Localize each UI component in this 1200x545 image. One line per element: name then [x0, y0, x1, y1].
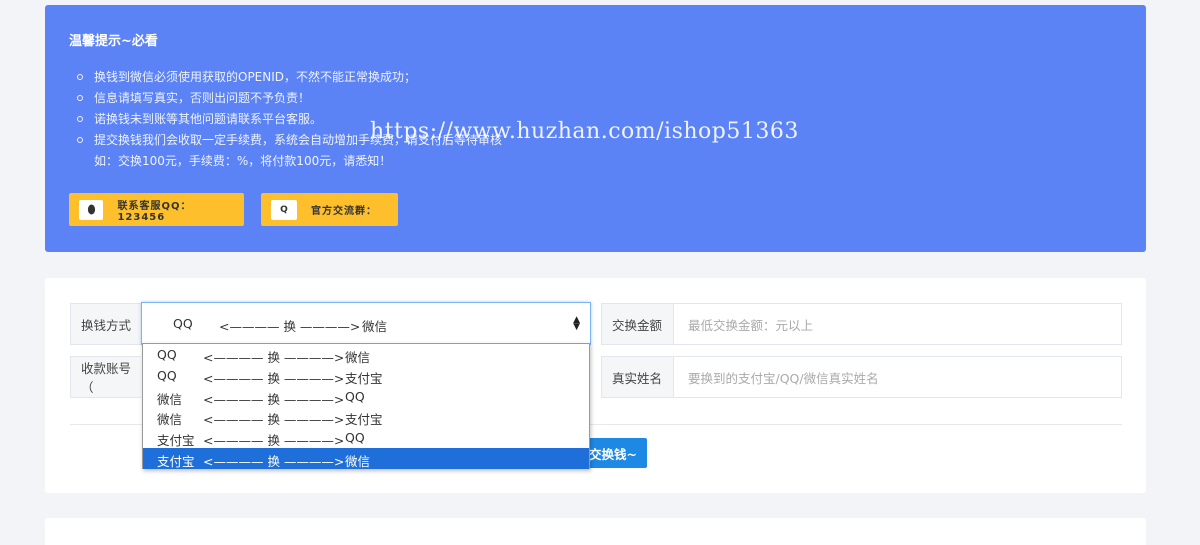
notice-title: 温馨提示~必看	[69, 34, 158, 49]
notice-item: 换钱到微信必须使用获取的OPENID，不然不能正常换成功；	[77, 67, 502, 88]
real-name-label: 真实姓名	[601, 356, 673, 398]
penguin-icon	[79, 199, 104, 220]
bullet-icon	[77, 116, 83, 122]
method-to: 微信	[362, 319, 388, 334]
dropdown-option[interactable]: 支付宝 <———— 换 ————> QQ	[143, 427, 589, 448]
amount-label: 交换金额	[601, 303, 673, 345]
qq-group-icon: Q	[271, 199, 297, 220]
notice-item-example: 如：交换100元，手续费：%，将付款100元，请悉知！	[94, 154, 392, 168]
contact-group-label: 官方交流群：	[311, 206, 377, 217]
real-name-input[interactable]: 要换到的支付宝/QQ/微信真实姓名	[673, 356, 1122, 398]
updown-arrows-icon: ▲ ▼	[573, 315, 580, 332]
method-arrow: <———— 换 ————>	[219, 319, 361, 334]
bullet-icon	[77, 74, 83, 80]
notice-item: 信息请填写真实，否则出问题不予负责！	[77, 88, 502, 109]
contact-group-button[interactable]: Q 官方交流群：	[261, 193, 398, 226]
dropdown-option-selected[interactable]: 支付宝 <———— 换 ————> 微信	[143, 447, 589, 469]
contact-qq-button[interactable]: 联系客服QQ：123456	[69, 193, 244, 226]
bullet-icon	[77, 137, 83, 143]
bottom-card	[45, 518, 1146, 545]
contact-qq-label: 联系客服QQ：123456	[117, 200, 192, 223]
method-dropdown-list: QQ <———— 换 ————> 微信 QQ <———— 换 ————> 支付宝 微信 <…	[142, 343, 590, 469]
dropdown-option[interactable]: 微信 <———— 换 ————> QQ	[143, 386, 589, 407]
method-from: QQ	[173, 316, 193, 331]
dropdown-option[interactable]: QQ <———— 换 ————> 微信	[143, 344, 589, 365]
account-label: 收款账号（	[70, 356, 141, 398]
watermark: https://www.huzhan.com/ishop51363	[370, 119, 799, 144]
method-label: 换钱方式	[70, 303, 141, 345]
dropdown-option[interactable]: QQ <———— 换 ————> 支付宝	[143, 365, 589, 386]
method-select[interactable]: QQ <———— 换 ————> 微信 ▲ ▼	[141, 302, 591, 345]
bullet-icon	[77, 95, 83, 101]
amount-input[interactable]: 最低交换金额：元以上	[673, 303, 1122, 345]
dropdown-option[interactable]: 微信 <———— 换 ————> 支付宝	[143, 406, 589, 427]
